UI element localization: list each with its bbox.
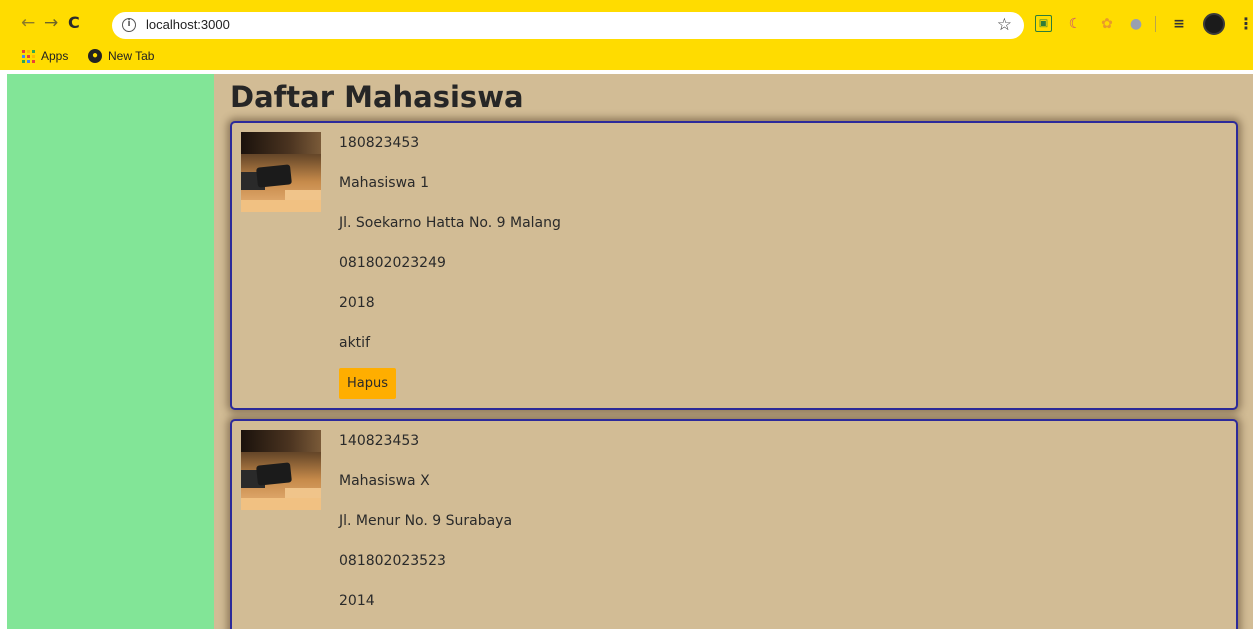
main-content: Daftar Mahasiswa 180823453 Mahasiswa 1 J… [214,74,1253,629]
student-year: 2018 [339,295,375,311]
student-status: aktif [339,335,370,351]
student-nim: 180823453 [339,135,420,151]
page-title: Daftar Mahasiswa [230,80,524,114]
media-queue-icon[interactable]: ≡ [1170,15,1188,33]
extension-reader-icon[interactable]: ▣ [1035,15,1052,32]
student-nim: 140823453 [339,433,420,449]
extension-globe-icon[interactable]: ● [1127,15,1145,33]
address-bar[interactable]: i localhost:3000 ☆ [112,12,1024,39]
bookmark-new-tab[interactable]: ● New Tab [88,49,154,63]
profile-avatar[interactable] [1203,13,1225,35]
url-text[interactable]: localhost:3000 [146,17,230,32]
arrow-left-icon[interactable]: ← [21,14,35,32]
apps-grid-icon [22,49,35,63]
bookmarks-bar: Apps ● New Tab [0,44,600,70]
student-photo [241,430,321,510]
student-name: Mahasiswa 1 [339,175,429,191]
kebab-menu-icon[interactable]: ⋮ [1238,14,1253,33]
toolbar-divider [1155,16,1156,32]
bookmark-star-icon[interactable]: ☆ [997,15,1012,35]
globe-icon: ● [88,49,102,63]
student-photo [241,132,321,212]
bookmark-label: New Tab [108,49,155,63]
arrow-right-icon[interactable]: → [44,14,58,32]
student-card: 140823453 Mahasiswa X Jl. Menur No. 9 Su… [230,419,1238,629]
browser-toolbar: ← → C i localhost:3000 ☆ ▣ ☾ ✿ ● ≡ ⋮ App… [0,0,1253,70]
student-phone: 081802023523 [339,553,446,569]
student-address: Jl. Menur No. 9 Surabaya [339,513,513,529]
delete-button[interactable]: Hapus [339,368,397,399]
student-address: Jl. Soekarno Hatta No. 9 Malang [339,215,561,231]
bookmark-label: Apps [41,49,69,63]
sidebar [7,74,214,629]
info-icon[interactable]: i [122,18,136,32]
extension-moon-icon[interactable]: ☾ [1066,15,1084,33]
student-year: 2014 [339,593,375,609]
student-phone: 081802023249 [339,255,446,271]
reload-icon[interactable]: C [68,14,80,32]
student-card: 180823453 Mahasiswa 1 Jl. Soekarno Hatta… [230,121,1238,410]
extension-flower-icon[interactable]: ✿ [1098,15,1116,33]
student-name: Mahasiswa X [339,473,430,489]
bookmark-apps[interactable]: Apps [22,49,68,63]
